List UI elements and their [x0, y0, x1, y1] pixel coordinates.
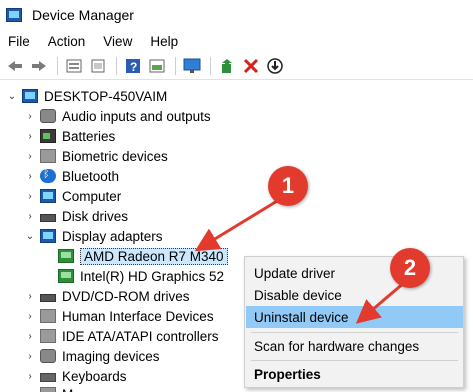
help-icon[interactable]: ?	[122, 55, 144, 77]
menu-action[interactable]: Action	[46, 32, 88, 51]
tree-item-label: Intel(R) HD Graphics 52	[80, 268, 225, 284]
uninstall-icon[interactable]	[240, 55, 262, 77]
camera-icon	[40, 349, 56, 363]
chevron-right-icon[interactable]: ›	[24, 130, 36, 142]
chevron-right-icon[interactable]: ›	[24, 290, 36, 302]
menu-item-uninstall-device[interactable]: Uninstall device	[246, 306, 463, 328]
ide-icon	[40, 329, 56, 343]
chevron-right-icon[interactable]: ›	[24, 370, 36, 382]
toolbar-divider	[175, 56, 176, 75]
chevron-right-icon[interactable]: ›	[24, 330, 36, 342]
toolbar-divider	[57, 56, 58, 75]
computer-icon	[40, 189, 56, 203]
gpu-icon	[58, 269, 74, 283]
tree-root-label: DESKTOP-450VAIM	[44, 88, 168, 104]
device-manager-icon	[6, 8, 22, 22]
hid-icon	[40, 309, 56, 323]
computer-icon	[22, 89, 38, 103]
menu-item-disable-device[interactable]: Disable device	[246, 284, 463, 306]
toolbar-divider	[116, 56, 117, 75]
gpu-icon	[58, 249, 74, 263]
tree-item-mice[interactable]: › M	[24, 384, 73, 392]
tree-item-label: IDE ATA/ATAPI controllers	[62, 328, 219, 344]
tree-item-label: AMD Radeon R7 M340	[80, 247, 228, 265]
download-icon[interactable]	[264, 55, 286, 77]
window-title: Device Manager	[32, 7, 134, 23]
tree-item-amd-radeon[interactable]: AMD Radeon R7 M340	[58, 246, 228, 266]
keyboard-icon	[40, 372, 56, 382]
chevron-right-icon[interactable]: ›	[24, 170, 36, 182]
chevron-right-icon[interactable]: ›	[24, 388, 36, 392]
speaker-icon	[40, 109, 56, 123]
chevron-right-icon[interactable]: ›	[24, 190, 36, 202]
display-icon	[40, 229, 56, 243]
monitor-icon[interactable]	[181, 55, 203, 77]
tree-item-dvd[interactable]: › DVD/CD-ROM drives	[24, 286, 190, 306]
menu-item-update-driver[interactable]: Update driver	[246, 262, 463, 284]
tree-item-label: Disk drives	[62, 208, 129, 224]
menu-divider	[251, 360, 458, 361]
svg-text:?: ?	[130, 60, 137, 74]
tree-item-label: Human Interface Devices	[62, 308, 214, 324]
tree-item-label: Audio inputs and outputs	[62, 108, 211, 124]
tree-item-disk-drives[interactable]: › Disk drives	[24, 206, 128, 226]
menu-help[interactable]: Help	[148, 32, 180, 51]
menu-item-properties[interactable]: Properties	[246, 363, 463, 385]
bluetooth-icon	[40, 168, 56, 183]
tree-item-label: Bluetooth	[62, 168, 120, 184]
tree-item-biometric[interactable]: › Biometric devices	[24, 146, 168, 166]
menu-item-scan-hardware[interactable]: Scan for hardware changes	[246, 335, 463, 357]
chevron-down-icon[interactable]: ⌄	[24, 230, 36, 242]
tree-item-intel-hd[interactable]: Intel(R) HD Graphics 52	[58, 266, 224, 286]
tree-root[interactable]: ⌄ DESKTOP-450VAIM	[6, 86, 168, 106]
tree-item-label: Batteries	[62, 128, 116, 144]
battery-icon	[40, 129, 56, 143]
tree-item-batteries[interactable]: › Batteries	[24, 126, 115, 146]
forward-icon[interactable]	[28, 55, 50, 77]
show-icon[interactable]	[146, 55, 168, 77]
toolbar: ?	[0, 52, 473, 80]
chevron-right-icon[interactable]: ›	[24, 110, 36, 122]
annotation-badge-2: 2	[390, 248, 430, 288]
menu-bar: File Action View Help	[0, 30, 473, 52]
tree-item-label: DVD/CD-ROM drives	[62, 288, 190, 304]
fingerprint-icon	[40, 149, 56, 163]
tree-item-computer[interactable]: › Computer	[24, 186, 121, 206]
chevron-right-icon[interactable]: ›	[24, 210, 36, 222]
chevron-right-icon[interactable]: ›	[24, 350, 36, 362]
properties-icon[interactable]	[63, 55, 85, 77]
tree-item-hid[interactable]: › Human Interface Devices	[24, 306, 214, 326]
menu-view[interactable]: View	[101, 32, 134, 51]
back-icon[interactable]	[4, 55, 26, 77]
mouse-icon	[40, 387, 56, 392]
tree-item-label: Keyboards	[62, 368, 127, 384]
chevron-right-icon[interactable]: ›	[24, 310, 36, 322]
annotation-badge-1: 1	[268, 166, 308, 206]
tree-item-label: Display adapters	[62, 228, 163, 244]
scan-icon[interactable]	[216, 55, 238, 77]
tree-item-label: Biometric devices	[62, 148, 168, 164]
chevron-right-icon[interactable]: ›	[24, 150, 36, 162]
toolbar-divider	[210, 56, 211, 75]
menu-divider	[251, 332, 458, 333]
tree-item-ide[interactable]: › IDE ATA/ATAPI controllers	[24, 326, 219, 346]
tree-item-bluetooth[interactable]: › Bluetooth	[24, 166, 119, 186]
disk-icon	[40, 213, 56, 222]
title-bar: Device Manager	[0, 0, 473, 30]
context-menu: Update driver Disable device Uninstall d…	[244, 256, 464, 388]
tree-item-audio[interactable]: › Audio inputs and outputs	[24, 106, 211, 126]
menu-file[interactable]: File	[6, 32, 32, 51]
tree-item-imaging[interactable]: › Imaging devices	[24, 346, 160, 366]
tree-item-keyboards[interactable]: › Keyboards	[24, 366, 127, 386]
dvd-icon	[40, 293, 56, 302]
update-icon[interactable]	[87, 55, 109, 77]
tree-item-label: M	[62, 387, 73, 392]
tree-item-label: Imaging devices	[62, 348, 160, 364]
tree-item-label: Computer	[62, 188, 122, 204]
tree-item-display-adapters[interactable]: ⌄ Display adapters	[24, 226, 163, 246]
chevron-down-icon[interactable]: ⌄	[6, 90, 18, 102]
